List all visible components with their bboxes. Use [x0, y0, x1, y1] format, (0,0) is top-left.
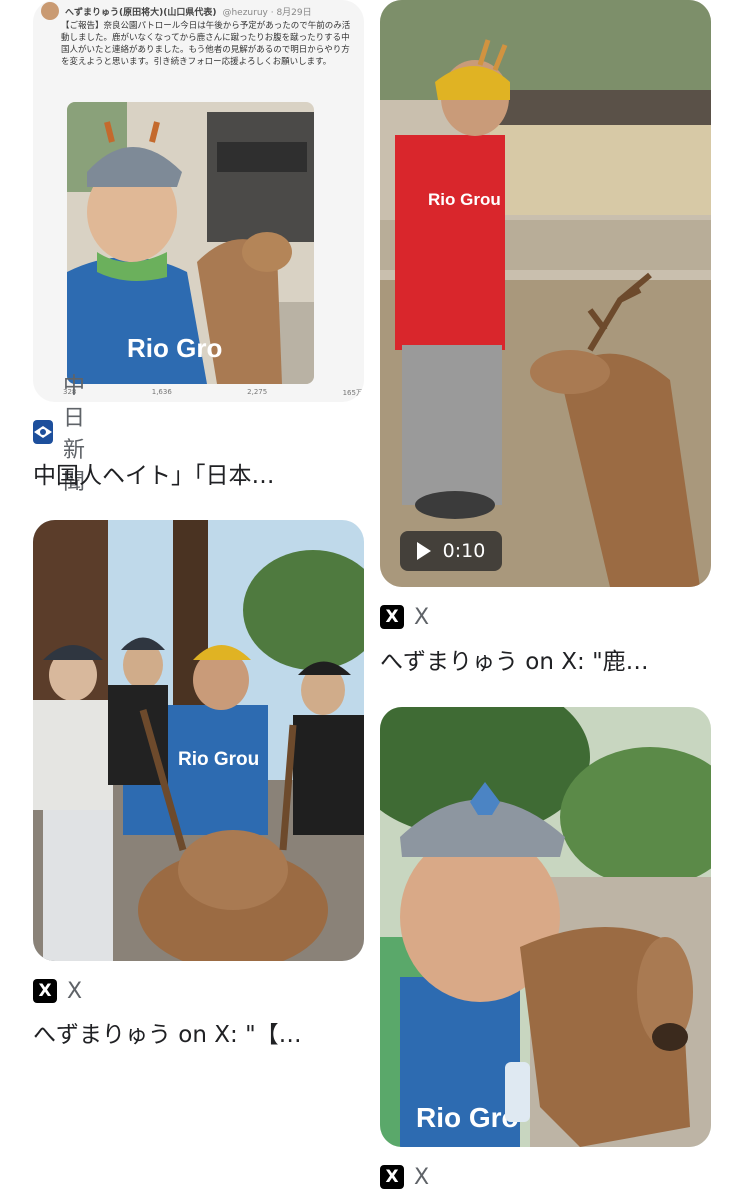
result-source-3: X X	[33, 977, 82, 1005]
tweet-stats: 328 1,636 2,275 165万	[63, 388, 363, 398]
x-logo-icon: X	[380, 1165, 404, 1189]
result-title-2[interactable]: へずまりゅう on X: "鹿…	[380, 642, 720, 676]
svg-text:Rio Grou: Rio Grou	[178, 749, 259, 770]
svg-text:Rio Gro: Rio Gro	[416, 1102, 519, 1133]
tweet-header: へずまりゅう(原田将大)(山口県代表) @hezuruy · 8月29日	[41, 2, 312, 20]
result-thumbnail-2[interactable]: Rio Grou 0:10	[380, 0, 711, 587]
tweet-handle: @hezuruy · 8月29日	[222, 7, 312, 18]
play-icon	[416, 542, 431, 560]
video-duration-badge[interactable]: 0:10	[400, 531, 502, 571]
result-source-1: 中日新聞	[33, 374, 89, 495]
result-thumbnail-4[interactable]: Rio Gro	[380, 707, 711, 1147]
video-duration: 0:10	[442, 540, 486, 562]
repost-count: 1,636	[151, 388, 172, 396]
tweet-author: へずまりゅう(原田将大)(山口県代表)	[65, 7, 217, 18]
x-logo-icon: X	[380, 605, 404, 629]
result-thumbnail-1[interactable]: へずまりゅう(原田将大)(山口県代表) @hezuruy · 8月29日 【ご報…	[33, 0, 364, 402]
like-count: 2,275	[247, 388, 268, 396]
svg-text:Rio Gro: Rio Gro	[127, 333, 222, 363]
tweet-avatar	[41, 2, 59, 20]
result-title-3[interactable]: へずまりゅう on X: "【…	[33, 1015, 373, 1049]
result-source-4: X X	[380, 1163, 429, 1191]
tweet-photo: Rio Gro	[67, 102, 314, 384]
tweet-body: 【ご報告】奈良公園パトロール今日は午後から予定があったので午前のみ活動しました。…	[61, 21, 351, 67]
result-source-2: X X	[380, 603, 429, 631]
svg-text:Rio Grou: Rio Grou	[428, 190, 501, 209]
result-title-1[interactable]: 中国人ヘイト」「日本…	[33, 456, 373, 490]
x-logo-icon: X	[33, 979, 57, 1003]
result-thumbnail-3[interactable]: Rio Grou	[33, 520, 364, 961]
view-count: 165万	[342, 389, 363, 397]
source-name: X	[67, 978, 83, 1004]
source-name: X	[414, 604, 430, 630]
source-name: X	[414, 1164, 430, 1190]
chunichi-logo-icon	[33, 420, 53, 444]
